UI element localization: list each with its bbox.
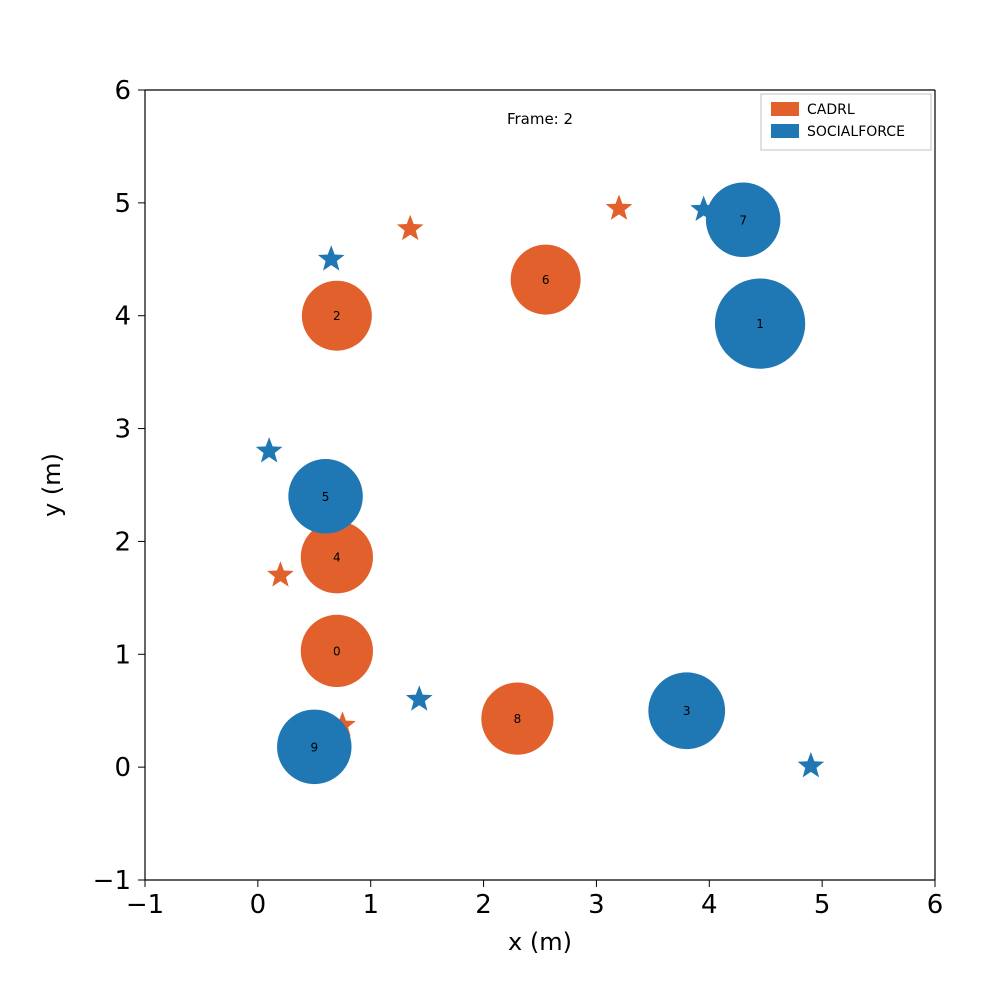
chart-container: −1 0 1 2 3 4 5 6 −1 0 1 2 3 4 5 6 x (m) y (m) Frame: 2 0 1 2 3…: [0, 0, 1000, 1000]
y-tick-label: 2: [114, 527, 131, 557]
goal-star-icon: [798, 752, 825, 777]
legend-swatch: [771, 124, 799, 138]
agent-id-label: 3: [683, 704, 691, 718]
x-tick-label: 6: [927, 890, 944, 920]
agent-id-label: 0: [333, 644, 341, 658]
y-tick-label: 0: [114, 753, 131, 783]
x-tick-label: 4: [701, 890, 718, 920]
agent-id-label: 8: [514, 712, 522, 726]
x-tick-label: 5: [814, 890, 831, 920]
goal-star-icon: [606, 195, 633, 220]
x-tick-label: 3: [588, 890, 605, 920]
x-tick-label: 0: [250, 890, 267, 920]
goal-star-icon: [406, 685, 433, 710]
goal-star-icon: [256, 437, 283, 462]
goal-star-icon: [318, 245, 345, 270]
agent-id-label: 5: [322, 490, 330, 504]
y-tick-label: 3: [114, 415, 131, 445]
y-tick-label: 4: [114, 302, 131, 332]
y-tick-label: 5: [114, 189, 131, 219]
legend-label: CADRL: [807, 102, 855, 118]
x-tick-label: 2: [475, 890, 492, 920]
y-axis-label: y (m): [38, 453, 66, 517]
legend-swatch: [771, 102, 799, 116]
agent-id-label: 9: [310, 740, 318, 754]
legend-label: SOCIALFORCE: [807, 124, 905, 140]
agent-id-label: 1: [756, 317, 764, 331]
agent-id-label: 2: [333, 309, 341, 323]
y-tick-label: −1: [93, 866, 131, 896]
goal-star-icon: [397, 215, 424, 240]
scatter-plot: −1 0 1 2 3 4 5 6 −1 0 1 2 3 4 5 6 x (m) y (m) Frame: 2 0 1 2 3…: [0, 0, 1000, 1000]
agent-id-label: 6: [542, 273, 550, 287]
agent-id-label: 4: [333, 551, 341, 565]
x-axis-label: x (m): [508, 928, 572, 956]
y-tick-label: 6: [114, 76, 131, 106]
x-tick-label: −1: [126, 890, 164, 920]
y-tick-label: 1: [114, 640, 131, 670]
agent-id-label: 7: [739, 213, 747, 227]
frame-label: Frame: 2: [507, 110, 573, 128]
goal-star-icon: [267, 561, 294, 586]
x-tick-label: 1: [362, 890, 379, 920]
